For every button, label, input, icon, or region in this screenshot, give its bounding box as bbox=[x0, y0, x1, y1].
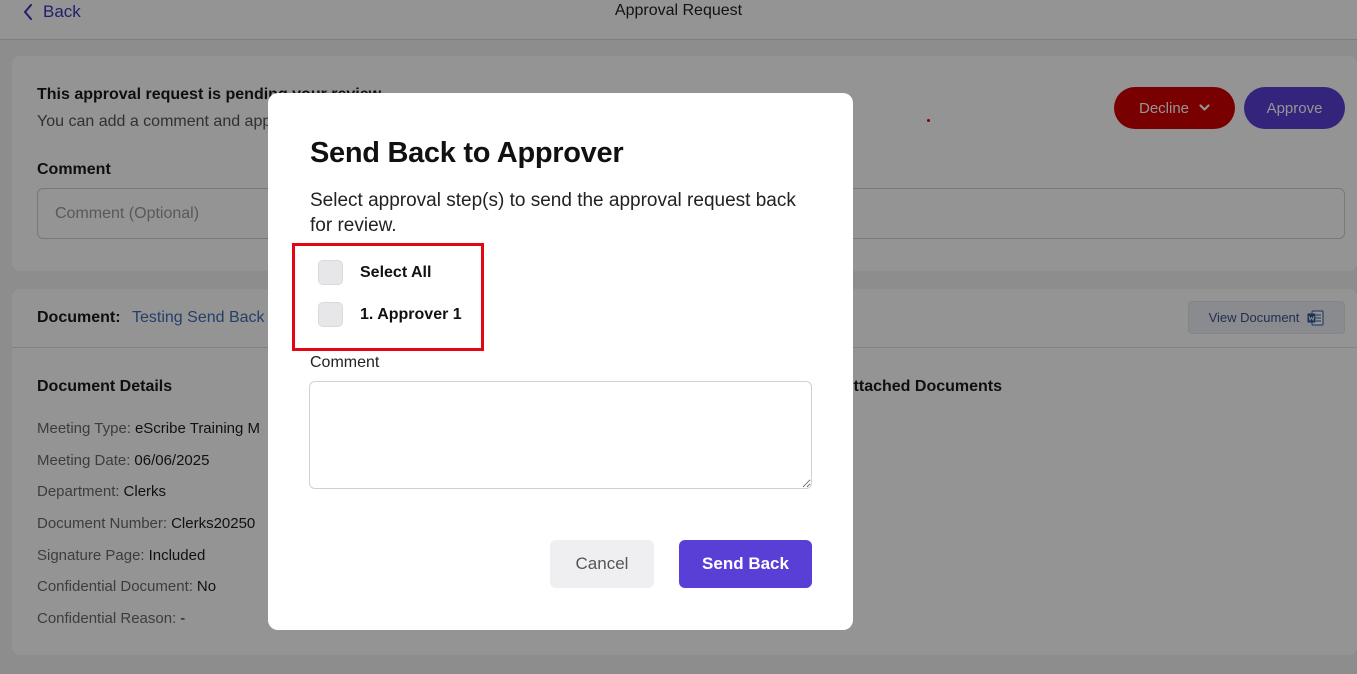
highlight-annotation bbox=[292, 243, 484, 351]
cancel-button[interactable]: Cancel bbox=[550, 540, 654, 588]
send-back-button[interactable]: Send Back bbox=[679, 540, 812, 588]
send-back-dialog: Send Back to Approver Select approval st… bbox=[268, 93, 853, 630]
dialog-title: Send Back to Approver bbox=[310, 137, 624, 169]
dialog-comment-textarea[interactable] bbox=[309, 381, 812, 489]
dialog-description: Select approval step(s) to send the appr… bbox=[310, 190, 796, 236]
dialog-comment-label: Comment bbox=[310, 354, 380, 371]
